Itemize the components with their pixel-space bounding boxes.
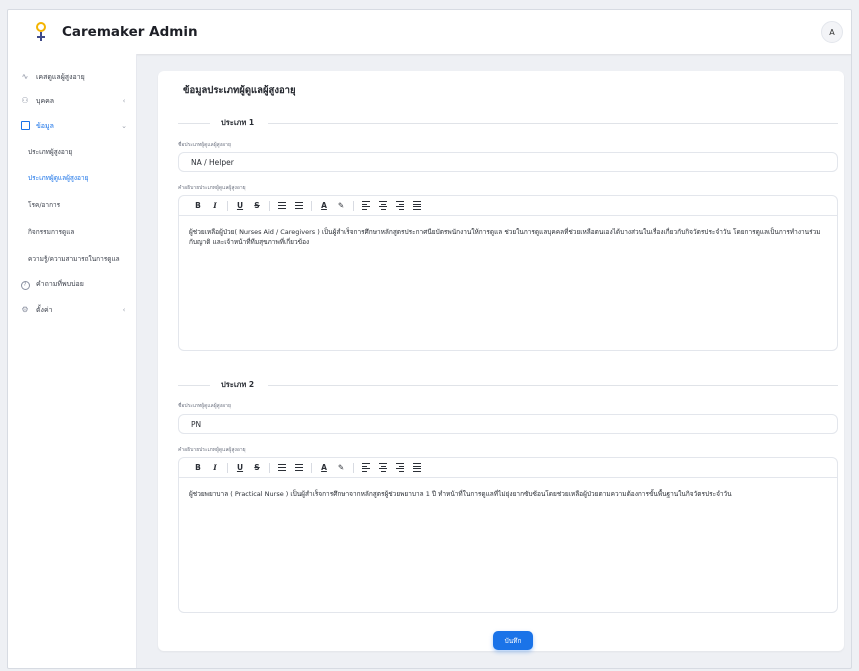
name-field-label: ชื่อประเภทผู้ดูแลผู้สูงอายุ xyxy=(178,142,231,148)
editor-toolbar: B I U S A ✎ xyxy=(179,196,837,216)
sidebar-subitem-caregiver-types[interactable]: ประเภทผู้ดูแลผู้สูงอายุ xyxy=(28,168,133,188)
sidebar-subitem-diseases[interactable]: โรค/อาการ xyxy=(28,195,133,215)
users-icon: ⚇ xyxy=(21,96,29,105)
sidebar: ∿ เคสดูแลผู้สูงอายุ ⚇ บุคคล ‹ ข้อมูล ⌄ ป… xyxy=(8,54,137,668)
name-input[interactable]: PN xyxy=(178,414,838,434)
editor-toolbar: B I U S A ✎ xyxy=(179,458,837,478)
font-color-button[interactable]: A xyxy=(317,199,331,213)
bold-button[interactable]: B xyxy=(191,461,205,475)
strikethrough-button[interactable]: S xyxy=(250,199,264,213)
section-heading: ประเภท 2 xyxy=(178,379,838,391)
section-title: ประเภท 2 xyxy=(221,380,255,389)
app-title[interactable]: Caremaker Admin xyxy=(62,24,198,40)
bold-button[interactable]: B xyxy=(191,199,205,213)
align-right-icon[interactable] xyxy=(393,199,407,213)
sidebar-item-faq[interactable]: ? คำถามที่พบบ่อย xyxy=(8,273,137,295)
font-color-button[interactable]: A xyxy=(317,461,331,475)
bullet-list-icon[interactable] xyxy=(292,461,306,475)
name-field-label: ชื่อประเภทผู้ดูแลผู้สูงอายุ xyxy=(178,403,231,409)
top-header: Caremaker Admin A xyxy=(8,10,851,54)
sidebar-subitem-elderly-types[interactable]: ประเภทผู้สูงอายุ xyxy=(28,142,133,162)
app-frame: Caremaker Admin A ∿ เคสดูแลผู้สูงอายุ ⚇ … xyxy=(7,9,852,669)
align-center-icon[interactable] xyxy=(376,461,390,475)
ordered-list-icon[interactable] xyxy=(275,461,289,475)
section-title: ประเภท 1 xyxy=(221,118,255,127)
gear-icon: ⚙ xyxy=(21,305,29,314)
pulse-icon: ∿ xyxy=(21,72,29,81)
question-icon: ? xyxy=(20,279,30,290)
align-justify-icon[interactable] xyxy=(410,199,424,213)
strikethrough-button[interactable]: S xyxy=(250,461,264,475)
italic-button[interactable]: I xyxy=(208,199,222,213)
database-icon xyxy=(20,121,30,131)
ordered-list-icon[interactable] xyxy=(275,199,289,213)
sidebar-item-label: ข้อมูล xyxy=(36,121,54,130)
sidebar-item-label: บุคคล xyxy=(36,96,55,105)
align-left-icon[interactable] xyxy=(359,461,373,475)
highlight-icon[interactable]: ✎ xyxy=(334,461,348,475)
sidebar-subitem-care-activities[interactable]: กิจกรรมการดูแล xyxy=(28,222,133,242)
align-right-icon[interactable] xyxy=(393,461,407,475)
section-heading: ประเภท 1 xyxy=(178,117,838,129)
sidebar-item-elderly-cases[interactable]: ∿ เคสดูแลผู้สูงอายุ xyxy=(8,66,137,88)
description-field-label: คำอธิบายประเภทผู้ดูแลผู้สูงอายุ xyxy=(178,447,246,453)
sidebar-item-settings[interactable]: ⚙ ตั้งค่า ‹ xyxy=(8,299,137,321)
chevron-left-icon: ‹ xyxy=(122,97,126,105)
sidebar-item-label: ตั้งค่า xyxy=(36,305,53,314)
align-justify-icon[interactable] xyxy=(410,461,424,475)
bullet-list-icon[interactable] xyxy=(292,199,306,213)
underline-button[interactable]: U xyxy=(233,199,247,213)
save-button[interactable]: บันทึก xyxy=(493,631,533,650)
sidebar-subitem-care-skills[interactable]: ความรู้/ความสามารถในการดูแล xyxy=(28,249,133,269)
name-input[interactable]: NA / Helper xyxy=(178,152,838,172)
caremaker-logo-icon[interactable] xyxy=(34,21,48,43)
sidebar-item-persons[interactable]: ⚇ บุคคล ‹ xyxy=(8,90,137,112)
align-center-icon[interactable] xyxy=(376,199,390,213)
description-field-label: คำอธิบายประเภทผู้ดูแลผู้สูงอายุ xyxy=(178,185,246,191)
sidebar-item-label: คำถามที่พบบ่อย xyxy=(36,279,84,288)
sidebar-item-data[interactable]: ข้อมูล ⌄ xyxy=(8,115,137,137)
chevron-down-icon: ⌄ xyxy=(121,122,127,130)
editor-content[interactable]: ผู้ช่วยพยาบาล ( Practical Nurse ) เป็นผู… xyxy=(179,478,837,510)
editor-content[interactable]: ผู้ช่วยเหลือผู้ป่วย( Nurses Aid / Caregi… xyxy=(179,216,837,258)
align-left-icon[interactable] xyxy=(359,199,373,213)
chevron-left-icon: ‹ xyxy=(122,306,126,314)
page-title: ข้อมูลประเภทผู้ดูแลผู้สูงอายุ xyxy=(183,85,296,96)
description-editor[interactable]: B I U S A ✎ ผู้ช่วยเหลือผู้ป่วย( Nurses … xyxy=(178,195,838,351)
underline-button[interactable]: U xyxy=(233,461,247,475)
main-card: ข้อมูลประเภทผู้ดูแลผู้สูงอายุ ประเภท 1 ช… xyxy=(158,71,844,651)
italic-button[interactable]: I xyxy=(208,461,222,475)
description-editor[interactable]: B I U S A ✎ ผู้ช่วยพยาบาล ( Practical Nu… xyxy=(178,457,838,613)
sidebar-item-label: เคสดูแลผู้สูงอายุ xyxy=(36,72,85,81)
avatar[interactable]: A xyxy=(821,21,843,43)
highlight-icon[interactable]: ✎ xyxy=(334,199,348,213)
